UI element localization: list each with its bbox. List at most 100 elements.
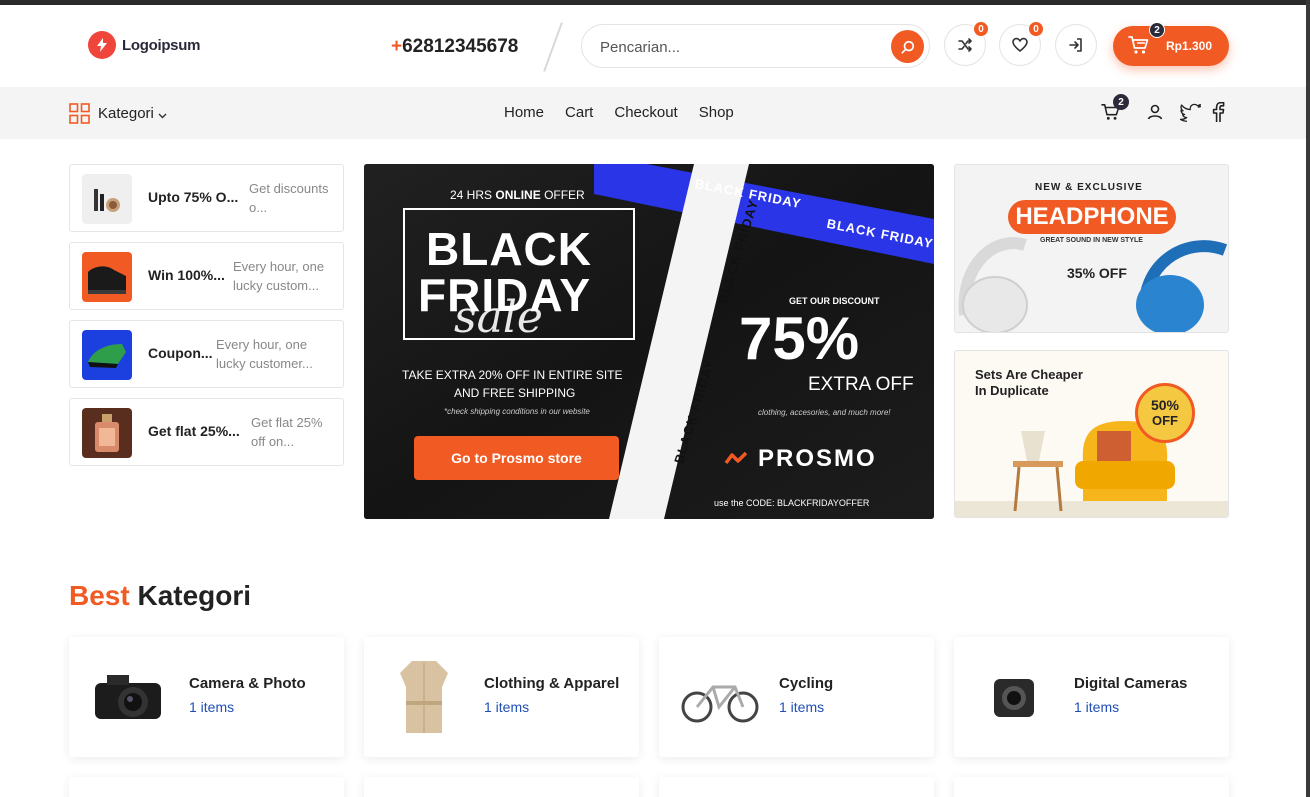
category-count[interactable]: 1 items [484, 699, 529, 715]
wishlist-count-badge: 0 [1028, 21, 1044, 37]
category-image-bicycle [679, 657, 759, 737]
category-image-coat [384, 657, 464, 737]
hero-take-line-2: AND FREE SHIPPING [454, 386, 576, 400]
cart-count-badge: 2 [1149, 22, 1165, 38]
category-name: Digital Cameras [1074, 675, 1188, 692]
site-logo[interactable]: Logoipsum [88, 31, 200, 59]
facebook-link[interactable] [1207, 101, 1229, 123]
hero-code: use the CODE: BLACKFRIDAYOFFER [714, 498, 870, 508]
sets-discount-badge: 50% OFF [1135, 383, 1195, 443]
category-card-next-row[interactable] [364, 777, 639, 797]
promo-item[interactable]: Coupon... Every hour, one lucky customer… [69, 320, 344, 388]
nav-home[interactable]: Home [504, 104, 544, 121]
chevron-down-icon [158, 113, 167, 118]
banner-headphone[interactable]: NEW & EXCLUSIVE HEADPHONE GREAT SOUND IN… [954, 164, 1229, 333]
sets-badge-off: OFF [1152, 413, 1178, 428]
hero-clothing-note: clothing, accesories, and much more! [758, 408, 891, 417]
offer-bold: ONLINE [495, 188, 541, 202]
go-to-prosmo-label: Go to Prosmo store [451, 450, 582, 466]
nav-cart-badge: 2 [1113, 94, 1129, 110]
promo-thumbnail-cosmetics [82, 174, 132, 224]
category-count[interactable]: 1 items [779, 699, 824, 715]
category-count[interactable]: 1 items [1074, 699, 1119, 715]
nav-cart-button[interactable]: 2 [1100, 94, 1129, 123]
login-button[interactable] [1055, 24, 1097, 66]
promo-thumbnail-perfume [82, 408, 132, 458]
promo-item[interactable]: Win 100%... Every hour, one lucky custom… [69, 242, 344, 310]
category-count[interactable]: 1 items [189, 699, 234, 715]
nav-cart[interactable]: Cart [565, 104, 593, 121]
best-kategori-heading: Best Kategori [69, 580, 251, 612]
promo-thumbnail-sneaker [82, 330, 132, 380]
facebook-icon [1212, 102, 1225, 122]
user-icon [1147, 104, 1163, 120]
headphone-title-pill: HEADPHONE [1008, 200, 1176, 234]
logo-icon [88, 31, 116, 59]
category-card-camera-photo[interactable]: Camera & Photo 1 items [69, 637, 344, 757]
promo-title: Win 100%... [148, 267, 225, 283]
hero-check-note: *check shipping conditions in our websit… [444, 407, 590, 416]
prosmo-brand: PROSMO [758, 445, 877, 472]
account-button[interactable] [1144, 101, 1166, 123]
primary-nav: Home Cart Checkout Shop [504, 104, 734, 121]
category-card-next-row[interactable] [69, 777, 344, 797]
heart-icon [1012, 37, 1028, 52]
category-card-next-row[interactable] [659, 777, 934, 797]
category-name: Clothing & Apparel [484, 675, 620, 692]
compare-button[interactable]: 0 [944, 21, 989, 66]
phone-number[interactable]: +62812345678 [391, 36, 518, 58]
category-card-cycling[interactable]: Cycling 1 items [659, 637, 934, 757]
wishlist-button[interactable]: 0 [999, 21, 1044, 66]
promo-description: Every hour, one lucky custom... [233, 259, 325, 293]
category-card-next-row[interactable] [954, 777, 1229, 797]
sets-headline: Sets Are Cheaper In Duplicate [975, 367, 1083, 399]
nav-shop[interactable]: Shop [699, 104, 734, 121]
prosmo-logo: PROSMO [724, 445, 877, 473]
headphone-subtitle: GREAT SOUND IN NEW STYLE [1040, 237, 1143, 244]
compare-count-badge: 0 [973, 21, 989, 37]
search-button[interactable] [891, 30, 924, 63]
sets-badge-percent: 50% [1150, 397, 1180, 413]
header-divider [543, 22, 563, 72]
promo-title: Coupon... [148, 345, 213, 361]
promo-description: Get flat 25% off on... [251, 415, 323, 449]
category-image-camera [89, 657, 169, 737]
sets-line-2: In Duplicate [975, 383, 1049, 398]
headphone-new-exclusive: NEW & EXCLUSIVE [1035, 182, 1143, 193]
hero-banner-black-friday[interactable]: BLACK FRIDAY BLACK FRIDAY BLACK FRIDAY B… [364, 164, 934, 519]
prosmo-mark-icon [724, 451, 748, 465]
twitter-icon [1179, 103, 1201, 122]
search-bar [581, 24, 930, 68]
promo-description: Every hour, one lucky customer... [216, 337, 313, 371]
go-to-prosmo-button[interactable]: Go to Prosmo store [414, 436, 619, 480]
cart-icon [1128, 35, 1150, 60]
banner-sets[interactable]: Sets Are Cheaper In Duplicate 50% OFF [954, 350, 1229, 518]
headphone-title: HEADPHONE [1015, 203, 1169, 230]
kategori-label: Kategori [98, 105, 154, 122]
phone-plus: + [391, 36, 403, 57]
hero-percent: 75% [739, 305, 860, 372]
headphone-discount: 35% OFF [1067, 265, 1127, 281]
category-name: Cycling [779, 675, 834, 692]
nav-checkout[interactable]: Checkout [614, 104, 677, 121]
promo-item[interactable]: Upto 75% O... Get discounts o... [69, 164, 344, 232]
search-icon [900, 40, 914, 54]
category-card-digital-cameras[interactable]: Digital Cameras 1 items [954, 637, 1229, 757]
category-image-action-camera [974, 657, 1054, 737]
cart-summary-button[interactable]: 2 Rp1.300 [1113, 22, 1229, 66]
promo-title: Get flat 25%... [148, 423, 240, 439]
heading-accent: Best [69, 580, 130, 611]
promo-item[interactable]: Get flat 25%... Get flat 25% off on... [69, 398, 344, 466]
category-card-clothing[interactable]: Clothing & Apparel 1 items [364, 637, 639, 757]
twitter-link[interactable] [1179, 101, 1201, 123]
phone-digits: 62812345678 [402, 36, 519, 57]
cart-total: Rp1.300 [1166, 39, 1213, 53]
promo-description: Get discounts o... [249, 181, 329, 215]
shuffle-icon [958, 38, 972, 52]
hero-extra-off: EXTRA OFF [808, 374, 914, 395]
main-navbar: Kategori Home Cart Checkout Shop 2 [0, 87, 1306, 139]
window-edge [1306, 0, 1310, 797]
search-input[interactable] [600, 35, 870, 59]
kategori-dropdown[interactable]: Kategori [69, 103, 167, 124]
sets-line-1: Sets Are Cheaper [975, 367, 1083, 382]
